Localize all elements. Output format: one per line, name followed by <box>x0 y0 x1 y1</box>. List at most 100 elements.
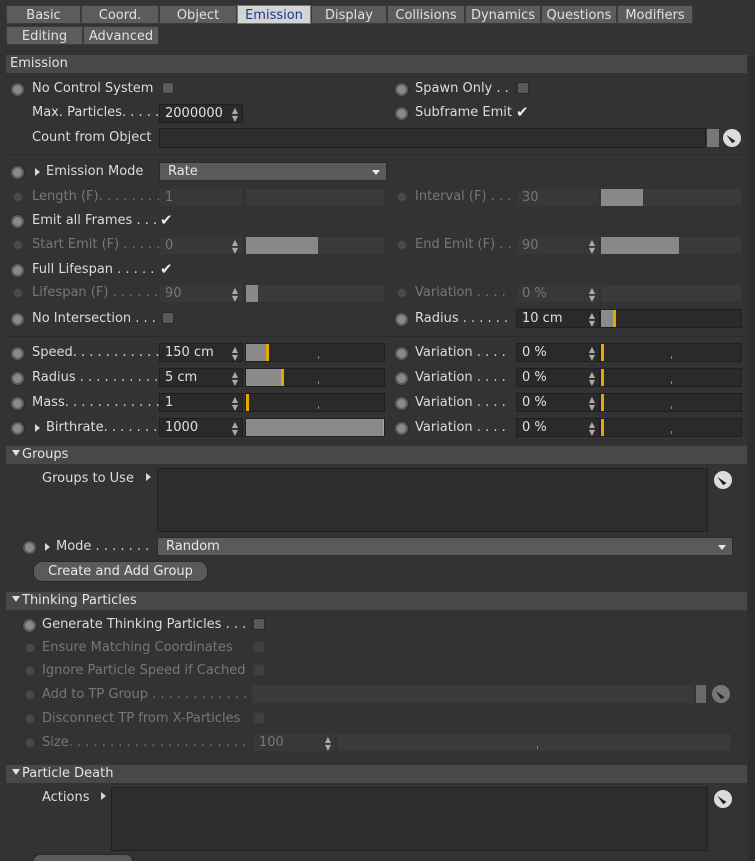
spinner-icon[interactable]: ▲ ▼ <box>232 105 238 123</box>
radius-field[interactable]: 10 cm ▲ ▼ <box>516 309 600 328</box>
spinner-icon[interactable]: ▲ ▼ <box>589 310 595 328</box>
mass-variation-field[interactable]: 0 % ▲ ▼ <box>516 393 600 412</box>
tab-collisions[interactable]: Collisions <box>387 5 465 24</box>
start-emit-keyframe[interactable] <box>13 240 23 250</box>
tab-emission[interactable]: Emission <box>237 5 311 24</box>
pick-object-icon[interactable] <box>713 470 733 490</box>
generate-tp-keyframe[interactable] <box>22 618 37 633</box>
link-arrow-button[interactable] <box>706 128 720 148</box>
start-emit-field[interactable]: 0 ▲ ▼ <box>159 236 243 255</box>
speed-variation-keyframe[interactable] <box>394 346 409 361</box>
count-from-object-link[interactable] <box>159 128 706 148</box>
length-keyframe[interactable] <box>13 192 23 202</box>
tab-coord[interactable]: Coord. <box>81 5 159 24</box>
subframe-emit-keyframe[interactable] <box>394 106 409 121</box>
length-field[interactable]: 1 <box>159 188 243 207</box>
end-emit-keyframe[interactable] <box>397 240 407 250</box>
link-arrow-button[interactable] <box>695 684 707 704</box>
tab-display[interactable]: Display <box>311 5 387 24</box>
mass-variation-keyframe[interactable] <box>394 396 409 411</box>
spinner-icon[interactable]: ▲ ▼ <box>589 394 595 412</box>
speed-keyframe[interactable] <box>10 346 25 361</box>
speed-slider[interactable] <box>245 343 385 362</box>
radius-keyframe[interactable] <box>394 312 409 327</box>
emission-mode-dropdown[interactable]: Rate <box>159 162 387 181</box>
emission-section-header[interactable]: Emission <box>6 55 747 73</box>
spinner-icon[interactable]: ▲ ▼ <box>232 285 238 303</box>
spinner-icon[interactable]: ▲ ▼ <box>589 369 595 387</box>
radius-slider[interactable] <box>600 309 742 328</box>
end-emit-slider[interactable] <box>600 236 742 255</box>
birthrate-variation-field[interactable]: 0 % ▲ ▼ <box>516 418 600 437</box>
expand-arrow-icon[interactable] <box>101 792 106 800</box>
lifespan-field[interactable]: 90 ▲ ▼ <box>159 284 243 303</box>
spinner-icon[interactable]: ▲ ▼ <box>589 344 595 362</box>
mass-field[interactable]: 1 ▲ ▼ <box>159 393 243 412</box>
spawn-only-checkbox[interactable] <box>517 82 529 94</box>
mass-slider[interactable] <box>245 393 385 412</box>
start-emit-slider[interactable] <box>245 236 385 255</box>
ensure-coords-keyframe[interactable] <box>25 643 35 653</box>
disconnect-tp-keyframe[interactable] <box>25 714 35 724</box>
expand-arrow-icon[interactable] <box>146 473 151 481</box>
expand-arrow-icon[interactable] <box>35 168 40 176</box>
radius-variation-slider[interactable] <box>600 368 742 387</box>
tp-group-link[interactable] <box>251 684 695 704</box>
mode-dropdown[interactable]: Random <box>157 537 733 556</box>
lifespan-variation-keyframe[interactable] <box>397 288 407 298</box>
interval-keyframe[interactable] <box>397 192 407 202</box>
lifespan-slider[interactable] <box>245 284 385 303</box>
mass-keyframe[interactable] <box>10 396 25 411</box>
spinner-icon[interactable]: ▲ ▼ <box>232 419 238 437</box>
speed-variation-field[interactable]: 0 % ▲ ▼ <box>516 343 600 362</box>
checkmark-icon[interactable]: ✔ <box>516 105 529 120</box>
size-field[interactable]: 100 ▲ ▼ <box>253 733 336 752</box>
tab-modifiers[interactable]: Modifiers <box>617 5 693 24</box>
spinner-icon[interactable]: ▲ ▼ <box>232 369 238 387</box>
radius-variation-keyframe[interactable] <box>394 371 409 386</box>
ignore-speed-checkbox[interactable] <box>253 664 265 676</box>
speed-variation-slider[interactable] <box>600 343 742 362</box>
spinner-icon[interactable]: ▲ ▼ <box>589 237 595 255</box>
groups-section-header[interactable]: Groups <box>6 446 747 464</box>
create-and-add-group-button[interactable]: Create and Add Group <box>33 561 208 582</box>
lifespan-keyframe[interactable] <box>13 288 23 298</box>
spinner-icon[interactable]: ▲ ▼ <box>232 237 238 255</box>
pick-object-icon[interactable] <box>713 789 733 809</box>
length-slider[interactable] <box>245 188 385 207</box>
spinner-icon[interactable]: ▲ ▼ <box>325 734 331 752</box>
birthrate-variation-keyframe[interactable] <box>394 421 409 436</box>
radius-variation-field[interactable]: 0 % ▲ ▼ <box>516 368 600 387</box>
tab-basic[interactable]: Basic <box>6 5 81 24</box>
emit-all-frames-keyframe[interactable] <box>10 214 25 229</box>
spinner-icon[interactable]: ▲ ▼ <box>232 394 238 412</box>
size-slider[interactable] <box>336 733 732 752</box>
no-control-system-checkbox[interactable] <box>162 82 174 94</box>
full-lifespan-keyframe[interactable] <box>10 263 25 278</box>
add-action-button[interactable] <box>33 854 133 861</box>
no-control-system-keyframe[interactable] <box>10 82 25 97</box>
checkmark-icon[interactable]: ✔ <box>160 262 173 277</box>
spawn-only-keyframe[interactable] <box>394 82 409 97</box>
expand-arrow-icon[interactable] <box>45 543 50 551</box>
actions-list[interactable] <box>111 787 708 851</box>
lifespan-variation-slider[interactable] <box>600 284 742 303</box>
particle-radius-field[interactable]: 5 cm ▲ ▼ <box>159 368 243 387</box>
tab-editing[interactable]: Editing <box>6 26 83 45</box>
add-to-tp-group-keyframe[interactable] <box>25 690 35 700</box>
emission-mode-keyframe[interactable] <box>10 165 25 180</box>
spinner-icon[interactable]: ▲ ▼ <box>589 419 595 437</box>
mass-variation-slider[interactable] <box>600 393 742 412</box>
particle-radius-keyframe[interactable] <box>10 371 25 386</box>
tab-advanced[interactable]: Advanced <box>83 26 159 45</box>
expand-arrow-icon[interactable] <box>35 424 40 432</box>
particle-radius-slider[interactable] <box>245 368 385 387</box>
ensure-coords-checkbox[interactable] <box>253 641 265 653</box>
mode-keyframe[interactable] <box>22 540 37 555</box>
groups-to-use-list[interactable] <box>157 468 708 532</box>
no-intersection-keyframe[interactable] <box>10 312 25 327</box>
disconnect-tp-checkbox[interactable] <box>253 712 265 724</box>
interval-field[interactable]: 30 <box>516 188 600 207</box>
spinner-icon[interactable]: ▲ ▼ <box>232 344 238 362</box>
size-keyframe[interactable] <box>25 738 35 748</box>
